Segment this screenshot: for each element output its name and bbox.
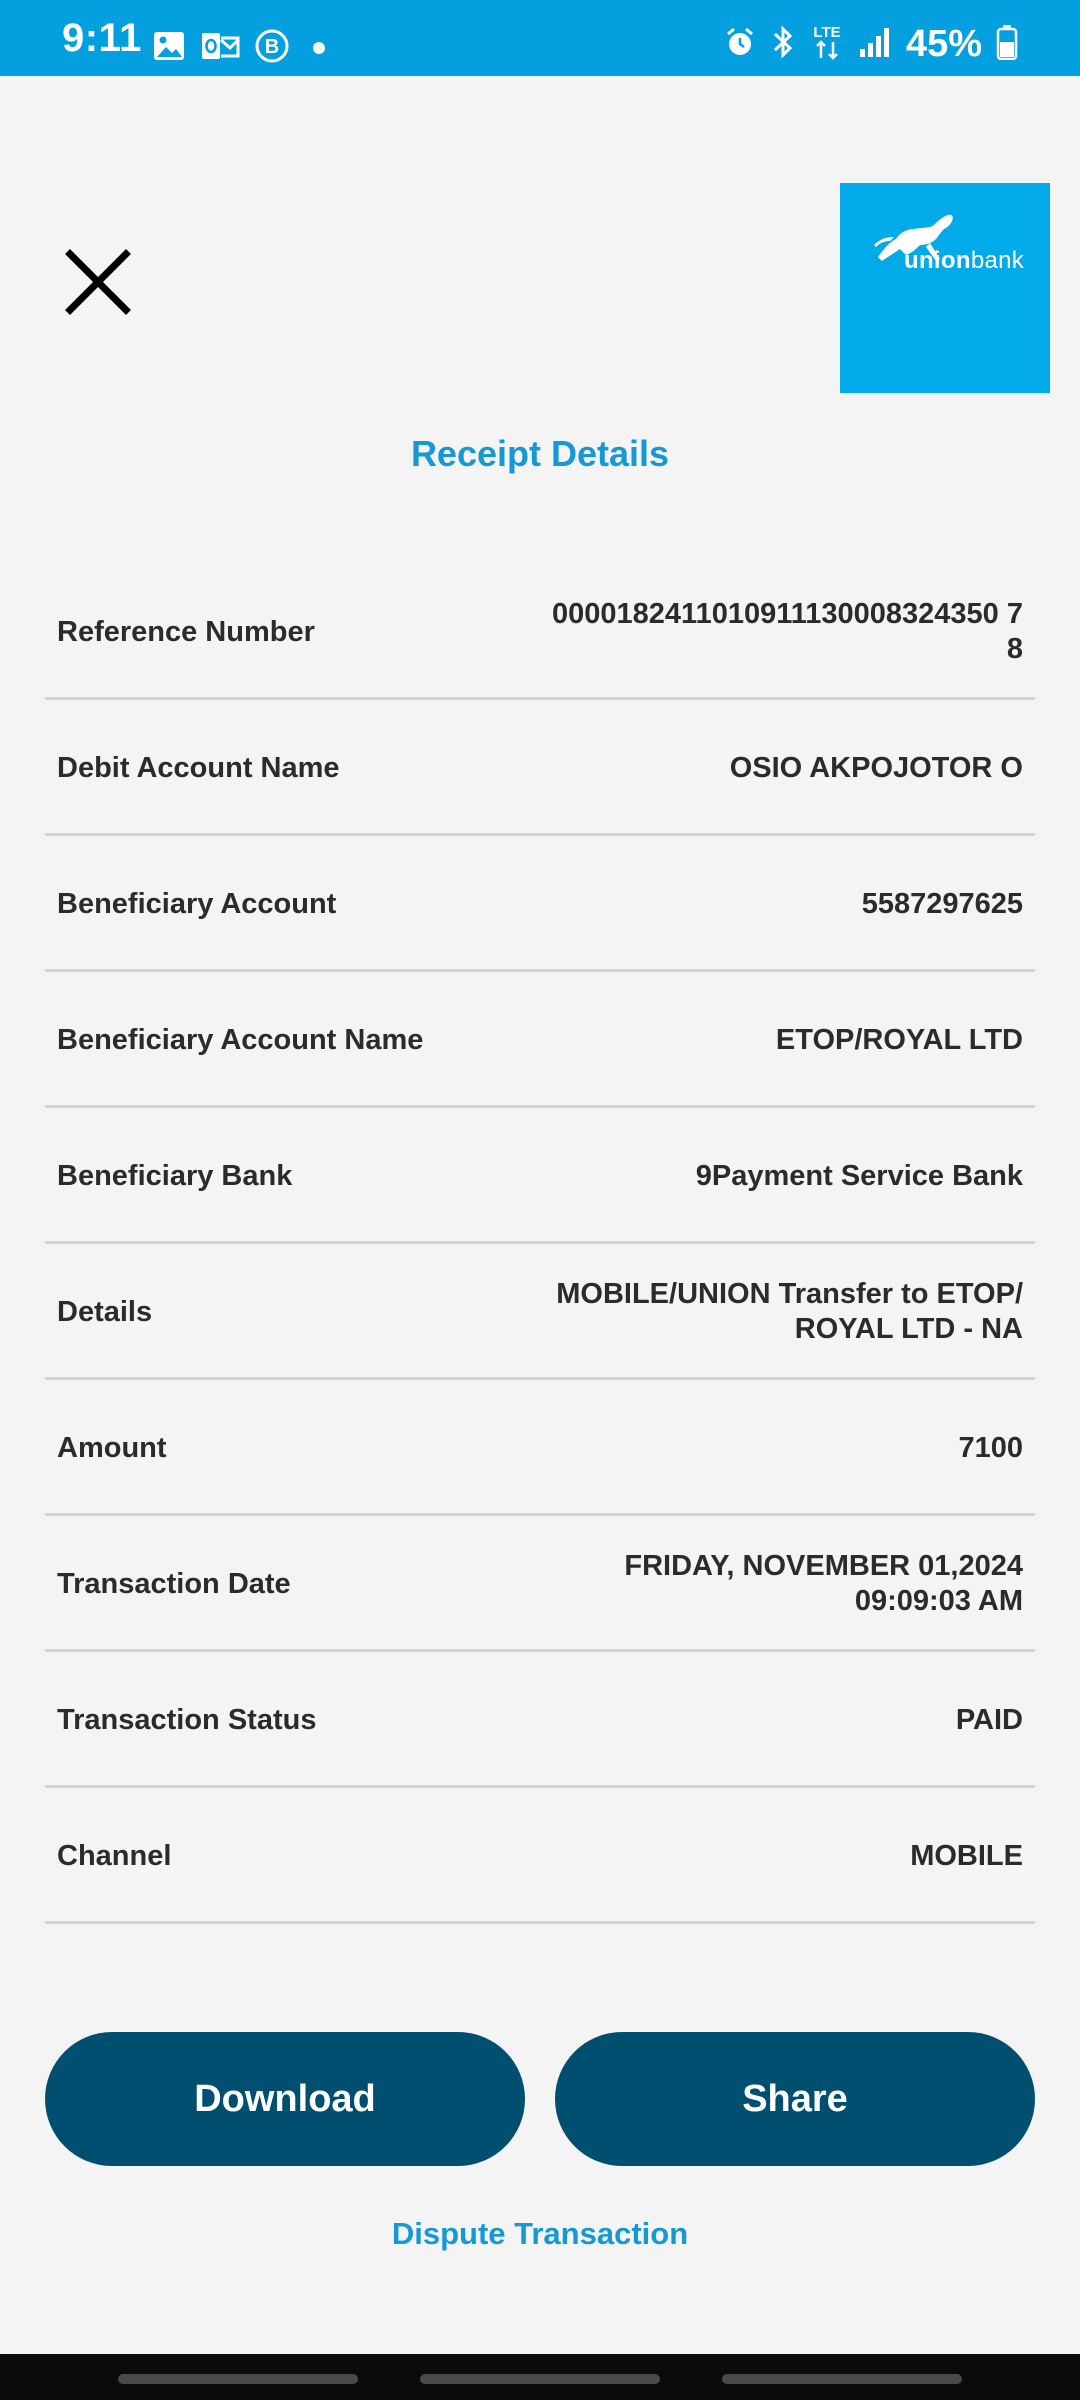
detail-value: OSIO AKPOJOTOR O (729, 751, 1023, 784)
detail-label: Amount (57, 1431, 167, 1464)
detail-row-details: Details MOBILE/UNION Transfer to ETOP/ R… (45, 1244, 1035, 1380)
navigation-bar (0, 2354, 1080, 2400)
detail-label: Beneficiary Account (57, 887, 337, 920)
outlook-icon (200, 29, 240, 68)
detail-row-reference-number: Reference Number 00001824110109111300083… (45, 564, 1035, 700)
detail-value: PAID (955, 1703, 1023, 1736)
battery-percent: 45% (905, 23, 982, 65)
signal-icon (858, 25, 892, 64)
detail-value: FRIDAY, NOVEMBER 01,2024 09:09:03 AM (624, 1550, 1023, 1617)
page-title: Receipt Details (410, 433, 670, 474)
detail-label: Transaction Status (57, 1703, 317, 1736)
detail-row-debit-account-name: Debit Account Name OSIO AKPOJOTOR O (45, 700, 1035, 836)
dispute-transaction-link[interactable]: Dispute Transaction (0, 2212, 1080, 2256)
detail-row-transaction-date: Transaction Date FRIDAY, NOVEMBER 01,202… (45, 1516, 1035, 1652)
detail-label: Details (57, 1295, 153, 1328)
detail-value: 5587297625 (861, 887, 1023, 920)
dot-icon (304, 29, 334, 68)
detail-row-amount: Amount 7100 (45, 1380, 1035, 1516)
detail-label: Beneficiary Bank (57, 1159, 293, 1192)
logo-wordmark: unionbank (904, 247, 1025, 274)
detail-value: MOBILE/UNION Transfer to ETOP/ ROYAL LTD… (556, 1278, 1023, 1345)
bluetooth-icon (770, 24, 796, 65)
nav-home-handle[interactable] (420, 2374, 660, 2384)
detail-label: Reference Number (57, 615, 315, 648)
detail-value: 7100 (958, 1431, 1023, 1464)
status-bar: 9:11 B LTE 45% (0, 0, 1080, 76)
detail-value: 9Payment Service Bank (695, 1159, 1023, 1192)
share-button[interactable]: Share (555, 2032, 1035, 2166)
detail-row-beneficiary-bank: Beneficiary Bank 9Payment Service Bank (45, 1108, 1035, 1244)
union-bank-logo: unionbank (840, 183, 1050, 393)
detail-label: Beneficiary Account Name (57, 1023, 424, 1056)
detail-label: Channel (57, 1839, 172, 1872)
b-circle-icon: B (254, 28, 290, 69)
download-button[interactable]: Download (45, 2032, 525, 2166)
receipt-details-list: Reference Number 00001824110109111300083… (45, 564, 1035, 1924)
detail-value: ETOP/ROYAL LTD (775, 1023, 1023, 1056)
svg-text:LTE: LTE (813, 24, 840, 41)
alarm-icon (724, 25, 756, 64)
system-icons: LTE 45% (724, 22, 1018, 66)
detail-label: Debit Account Name (57, 751, 340, 784)
receipt-screen: 9:11 B LTE 45% unionbank Receipt Details… (0, 0, 1080, 2400)
lte-icon: LTE (810, 22, 844, 67)
detail-value: 0000182411010911130008324350 78 (552, 598, 1023, 665)
detail-row-beneficiary-account-name: Beneficiary Account Name ETOP/ROYAL LTD (45, 972, 1035, 1108)
nav-recents-handle[interactable] (118, 2374, 358, 2384)
nav-back-handle[interactable] (722, 2374, 962, 2384)
notification-icons: B (152, 26, 334, 70)
svg-text:B: B (265, 36, 279, 58)
detail-label: Transaction Date (57, 1567, 291, 1600)
gallery-icon (152, 29, 186, 68)
battery-icon (996, 24, 1018, 65)
status-time: 9:11 (62, 16, 142, 60)
detail-row-transaction-status: Transaction Status PAID (45, 1652, 1035, 1788)
detail-row-beneficiary-account: Beneficiary Account 5587297625 (45, 836, 1035, 972)
detail-row-channel: Channel MOBILE (45, 1788, 1035, 1924)
detail-value: MOBILE (910, 1839, 1023, 1872)
close-icon (65, 249, 131, 315)
close-button[interactable] (58, 242, 138, 322)
